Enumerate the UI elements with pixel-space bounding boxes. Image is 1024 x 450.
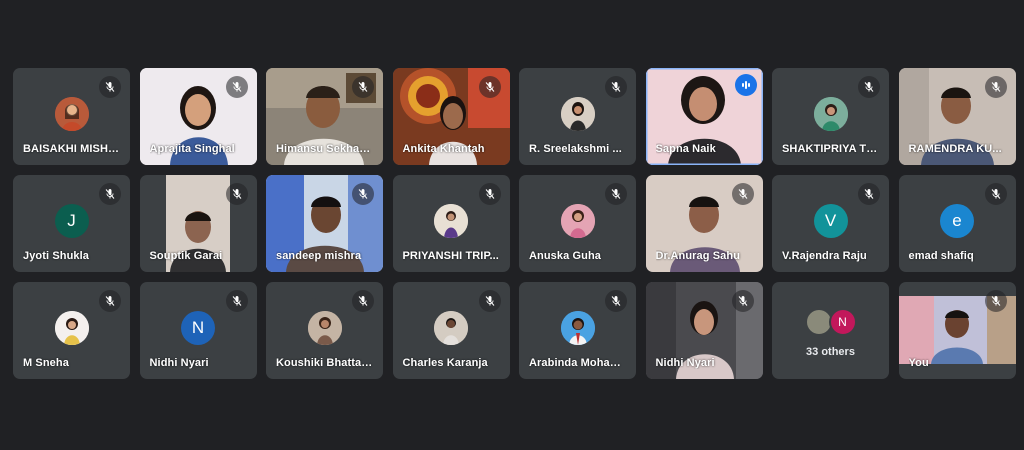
mic-off-icon [478, 76, 501, 98]
participant-tile[interactable]: Himansu Sekhar Rout [266, 68, 383, 165]
participant-grid: BAISAKHI MISHRA Aprajita Singhal Himansu… [13, 68, 1016, 379]
avatar [434, 310, 468, 345]
avatar [560, 96, 595, 131]
mic-off-icon [858, 76, 880, 98]
avatar [813, 96, 848, 131]
mic-off-icon [984, 76, 1007, 98]
participant-name: Arabinda Mohanty [529, 357, 626, 369]
avatar [560, 203, 595, 238]
participant-name: Ankita Khantah [402, 143, 485, 155]
participant-name: Koushiki Bhattacharya [276, 357, 373, 369]
participant-name: sandeep mishra [276, 250, 362, 262]
mic-off-icon [984, 290, 1007, 312]
avatar [560, 310, 595, 345]
participant-name: PRIYANSHI TRIP... [402, 250, 499, 262]
participant-tile[interactable]: Ankita Khantah [392, 68, 510, 165]
participant-tile[interactable]: BAISAKHI MISHRA [13, 68, 130, 165]
participant-name: M Sneha [23, 357, 69, 369]
mic-off-icon [225, 290, 248, 312]
participant-tile[interactable]: Nidhi Nyari [645, 282, 763, 379]
participant-name: Nidhi Nyari [655, 357, 715, 369]
participant-name: Jyoti Shukla [23, 250, 89, 262]
participant-name: RAMENDRA KU... [908, 143, 1002, 155]
participant-name: You [908, 357, 929, 369]
participant-tile[interactable]: Koushiki Bhattacharya [266, 282, 383, 379]
avatar: N [181, 310, 215, 345]
participant-name: emad shafiq [908, 250, 974, 262]
mic-off-icon [605, 290, 627, 312]
participant-tile[interactable]: Anuska Guha [519, 175, 636, 272]
participant-tile-active-speaker[interactable]: Sapna Naik [645, 68, 763, 165]
avatar: e [940, 203, 974, 238]
mic-off-icon [605, 76, 627, 98]
avatar [54, 310, 89, 345]
avatar: V [813, 203, 848, 238]
mic-off-icon [605, 183, 627, 205]
others-tile[interactable]: N 33 others [772, 282, 889, 379]
mic-off-icon [731, 290, 754, 312]
others-avatars: N [772, 308, 889, 336]
avatar [54, 96, 89, 131]
participant-name: Dr.Anurag Sahu [655, 250, 741, 262]
avatar [434, 203, 468, 238]
participant-tile[interactable]: M Sneha [13, 282, 130, 379]
participant-tile[interactable]: Aprajita Singhal [139, 68, 257, 165]
mic-off-icon [731, 183, 754, 205]
mic-off-icon [984, 183, 1007, 205]
avatar-initial: e [952, 210, 962, 230]
participant-name: Souptik Garai [149, 250, 223, 262]
mic-off-icon [99, 76, 121, 98]
participant-name: Charles Karanja [402, 357, 488, 369]
participant-name: R. Sreelakshmi ... [529, 143, 622, 155]
participant-name: V.Rajendra Raju [782, 250, 867, 262]
participant-tile[interactable]: e emad shafiq [898, 175, 1016, 272]
participant-name: Sapna Naik [655, 143, 716, 155]
mic-off-icon [352, 183, 374, 205]
avatar-initial: N [191, 317, 205, 337]
mic-off-icon [478, 183, 501, 205]
mini-avatar: N [828, 308, 857, 336]
participant-tile[interactable]: Dr.Anurag Sahu [645, 175, 763, 272]
participant-tile[interactable]: RAMENDRA KU... [898, 68, 1016, 165]
participant-tile[interactable]: SHAKTIPRIYA TR... [772, 68, 889, 165]
participant-name: Anuska Guha [529, 250, 602, 262]
participant-tile[interactable]: Charles Karanja [392, 282, 510, 379]
participant-name: BAISAKHI MISHRA [23, 143, 120, 155]
mic-off-icon [858, 183, 880, 205]
avatar [307, 310, 342, 345]
avatar-initial: J [67, 210, 76, 230]
mic-off-icon [352, 290, 374, 312]
mic-off-icon [225, 76, 248, 98]
participant-name: Himansu Sekhar Rout [276, 143, 373, 155]
others-count-label: 33 others [806, 346, 855, 358]
mic-off-icon [478, 290, 501, 312]
participant-tile[interactable]: J Jyoti Shukla [13, 175, 130, 272]
participant-name: Aprajita Singhal [149, 143, 235, 155]
avatar-initial: V [824, 210, 837, 230]
participant-tile[interactable]: V V.Rajendra Raju [772, 175, 889, 272]
participant-name: Nidhi Nyari [149, 357, 209, 369]
self-tile[interactable]: You [898, 282, 1016, 379]
speaking-indicator-icon [734, 74, 757, 96]
participant-tile[interactable]: N Nidhi Nyari [139, 282, 257, 379]
mic-off-icon [99, 183, 121, 205]
participant-tile[interactable]: PRIYANSHI TRIP... [392, 175, 510, 272]
mic-off-icon [99, 290, 121, 312]
participant-tile[interactable]: sandeep mishra [266, 175, 383, 272]
mini-avatar-initial: N [838, 315, 847, 329]
participant-name: SHAKTIPRIYA TR... [782, 143, 879, 155]
participant-tile[interactable]: Arabinda Mohanty [519, 282, 636, 379]
avatar: J [54, 203, 89, 238]
mic-off-icon [225, 183, 248, 205]
mic-off-icon [352, 76, 374, 98]
participant-tile[interactable]: R. Sreelakshmi ... [519, 68, 636, 165]
participant-tile[interactable]: Souptik Garai [139, 175, 257, 272]
